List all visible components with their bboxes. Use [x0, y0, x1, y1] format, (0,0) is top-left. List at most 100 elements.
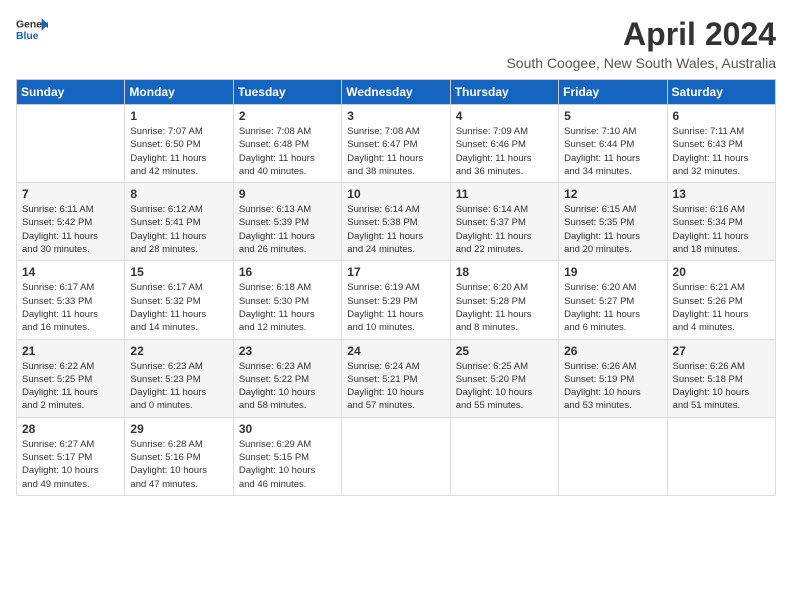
day-number: 24 [347, 344, 444, 358]
day-info: Sunrise: 6:24 AM Sunset: 5:21 PM Dayligh… [347, 360, 444, 413]
day-info: Sunrise: 7:08 AM Sunset: 6:47 PM Dayligh… [347, 125, 444, 178]
calendar-cell: 18Sunrise: 6:20 AM Sunset: 5:28 PM Dayli… [450, 261, 558, 339]
day-info: Sunrise: 6:26 AM Sunset: 5:18 PM Dayligh… [673, 360, 770, 413]
calendar-cell: 21 Sunrise: 6:22 AM Sunset: 5:25 PM Dayli… [17, 339, 125, 417]
day-number: 21 [22, 344, 119, 358]
title-block: April 2024 South Coogee, New South Wales… [506, 16, 776, 71]
column-header-friday: Friday [559, 80, 667, 105]
calendar-week-5: 28Sunrise: 6:27 AM Sunset: 5:17 PM Dayli… [17, 417, 776, 495]
calendar-cell: 9 Sunrise: 6:13 AM Sunset: 5:39 PM Daylig… [233, 183, 341, 261]
day-number: 7 [22, 187, 119, 201]
day-info: Sunrise: 7:07 AM Sunset: 6:50 PM Dayligh… [130, 125, 227, 178]
calendar-cell: 23Sunrise: 6:23 AM Sunset: 5:22 PM Dayli… [233, 339, 341, 417]
day-number: 26 [564, 344, 661, 358]
day-info: Sunrise: 6:25 AM Sunset: 5:20 PM Dayligh… [456, 360, 553, 413]
calendar-cell: 5 Sunrise: 7:10 AM Sunset: 6:44 PM Daylig… [559, 105, 667, 183]
day-number: 4 [456, 109, 553, 123]
calendar-cell [559, 417, 667, 495]
calendar-cell: 28Sunrise: 6:27 AM Sunset: 5:17 PM Dayli… [17, 417, 125, 495]
calendar-cell: 8 Sunrise: 6:12 AM Sunset: 5:41 PM Daylig… [125, 183, 233, 261]
calendar-cell: 3 Sunrise: 7:08 AM Sunset: 6:47 PM Daylig… [342, 105, 450, 183]
calendar-week-4: 21 Sunrise: 6:22 AM Sunset: 5:25 PM Dayli… [17, 339, 776, 417]
column-header-saturday: Saturday [667, 80, 775, 105]
calendar-cell: 16 Sunrise: 6:18 AM Sunset: 5:30 PM Dayli… [233, 261, 341, 339]
day-number: 11 [456, 187, 553, 201]
day-number: 16 [239, 265, 336, 279]
day-info: Sunrise: 6:18 AM Sunset: 5:30 PM Dayligh… [239, 281, 336, 334]
day-number: 12 [564, 187, 661, 201]
calendar-cell: 11 Sunrise: 6:14 AM Sunset: 5:37 PM Dayli… [450, 183, 558, 261]
day-info: Sunrise: 6:23 AM Sunset: 5:23 PM Dayligh… [130, 360, 227, 413]
day-number: 2 [239, 109, 336, 123]
calendar-cell: 24 Sunrise: 6:24 AM Sunset: 5:21 PM Dayli… [342, 339, 450, 417]
calendar-cell: 10 Sunrise: 6:14 AM Sunset: 5:38 PM Dayli… [342, 183, 450, 261]
day-info: Sunrise: 6:16 AM Sunset: 5:34 PM Dayligh… [673, 203, 770, 256]
column-header-sunday: Sunday [17, 80, 125, 105]
column-header-tuesday: Tuesday [233, 80, 341, 105]
day-info: Sunrise: 7:09 AM Sunset: 6:46 PM Dayligh… [456, 125, 553, 178]
column-header-monday: Monday [125, 80, 233, 105]
day-number: 5 [564, 109, 661, 123]
day-number: 20 [673, 265, 770, 279]
calendar-cell: 25 Sunrise: 6:25 AM Sunset: 5:20 PM Dayli… [450, 339, 558, 417]
day-number: 9 [239, 187, 336, 201]
logo-icon: General Blue [16, 16, 48, 44]
day-number: 22 [130, 344, 227, 358]
day-info: Sunrise: 6:17 AM Sunset: 5:33 PM Dayligh… [22, 281, 119, 334]
day-info: Sunrise: 6:13 AM Sunset: 5:39 PM Dayligh… [239, 203, 336, 256]
calendar-cell: 20 Sunrise: 6:21 AM Sunset: 5:26 PM Dayli… [667, 261, 775, 339]
calendar-cell: 22 Sunrise: 6:23 AM Sunset: 5:23 PM Dayli… [125, 339, 233, 417]
calendar-week-3: 14Sunrise: 6:17 AM Sunset: 5:33 PM Dayli… [17, 261, 776, 339]
day-info: Sunrise: 6:11 AM Sunset: 5:42 PM Dayligh… [22, 203, 119, 256]
calendar-cell: 6 Sunrise: 7:11 AM Sunset: 6:43 PM Daylig… [667, 105, 775, 183]
day-number: 27 [673, 344, 770, 358]
month-title: April 2024 [506, 16, 776, 53]
calendar-cell: 29 Sunrise: 6:28 AM Sunset: 5:16 PM Dayli… [125, 417, 233, 495]
calendar-cell [667, 417, 775, 495]
day-number: 23 [239, 344, 336, 358]
calendar-header-row: SundayMondayTuesdayWednesdayThursdayFrid… [17, 80, 776, 105]
calendar-week-2: 7 Sunrise: 6:11 AM Sunset: 5:42 PM Daylig… [17, 183, 776, 261]
day-info: Sunrise: 6:12 AM Sunset: 5:41 PM Dayligh… [130, 203, 227, 256]
column-header-thursday: Thursday [450, 80, 558, 105]
day-number: 25 [456, 344, 553, 358]
column-header-wednesday: Wednesday [342, 80, 450, 105]
calendar-cell: 2 Sunrise: 7:08 AM Sunset: 6:48 PM Daylig… [233, 105, 341, 183]
calendar-cell: 15 Sunrise: 6:17 AM Sunset: 5:32 PM Dayli… [125, 261, 233, 339]
day-number: 13 [673, 187, 770, 201]
day-info: Sunrise: 6:20 AM Sunset: 5:27 PM Dayligh… [564, 281, 661, 334]
day-info: Sunrise: 6:14 AM Sunset: 5:37 PM Dayligh… [456, 203, 553, 256]
day-info: Sunrise: 7:08 AM Sunset: 6:48 PM Dayligh… [239, 125, 336, 178]
day-number: 3 [347, 109, 444, 123]
page-header: General Blue April 2024 South Coogee, Ne… [16, 16, 776, 71]
day-number: 17 [347, 265, 444, 279]
day-info: Sunrise: 6:22 AM Sunset: 5:25 PM Dayligh… [22, 360, 119, 413]
calendar-cell [450, 417, 558, 495]
calendar-cell: 27 Sunrise: 6:26 AM Sunset: 5:18 PM Dayli… [667, 339, 775, 417]
calendar-cell: 7 Sunrise: 6:11 AM Sunset: 5:42 PM Daylig… [17, 183, 125, 261]
day-info: Sunrise: 6:17 AM Sunset: 5:32 PM Dayligh… [130, 281, 227, 334]
calendar-cell: 13 Sunrise: 6:16 AM Sunset: 5:34 PM Dayli… [667, 183, 775, 261]
day-info: Sunrise: 7:11 AM Sunset: 6:43 PM Dayligh… [673, 125, 770, 178]
day-info: Sunrise: 6:29 AM Sunset: 5:15 PM Dayligh… [239, 438, 336, 491]
day-number: 6 [673, 109, 770, 123]
day-number: 1 [130, 109, 227, 123]
day-number: 18 [456, 265, 553, 279]
calendar-week-1: 1 Sunrise: 7:07 AM Sunset: 6:50 PM Daylig… [17, 105, 776, 183]
day-number: 10 [347, 187, 444, 201]
day-number: 8 [130, 187, 227, 201]
day-number: 29 [130, 422, 227, 436]
location-title: South Coogee, New South Wales, Australia [506, 55, 776, 71]
day-info: Sunrise: 6:21 AM Sunset: 5:26 PM Dayligh… [673, 281, 770, 334]
day-info: Sunrise: 6:19 AM Sunset: 5:29 PM Dayligh… [347, 281, 444, 334]
day-info: Sunrise: 7:10 AM Sunset: 6:44 PM Dayligh… [564, 125, 661, 178]
day-info: Sunrise: 6:15 AM Sunset: 5:35 PM Dayligh… [564, 203, 661, 256]
day-info: Sunrise: 6:28 AM Sunset: 5:16 PM Dayligh… [130, 438, 227, 491]
calendar-cell: 12 Sunrise: 6:15 AM Sunset: 5:35 PM Dayli… [559, 183, 667, 261]
day-number: 19 [564, 265, 661, 279]
calendar-cell [342, 417, 450, 495]
day-info: Sunrise: 6:27 AM Sunset: 5:17 PM Dayligh… [22, 438, 119, 491]
day-info: Sunrise: 6:14 AM Sunset: 5:38 PM Dayligh… [347, 203, 444, 256]
day-number: 15 [130, 265, 227, 279]
calendar-cell: 1 Sunrise: 7:07 AM Sunset: 6:50 PM Daylig… [125, 105, 233, 183]
